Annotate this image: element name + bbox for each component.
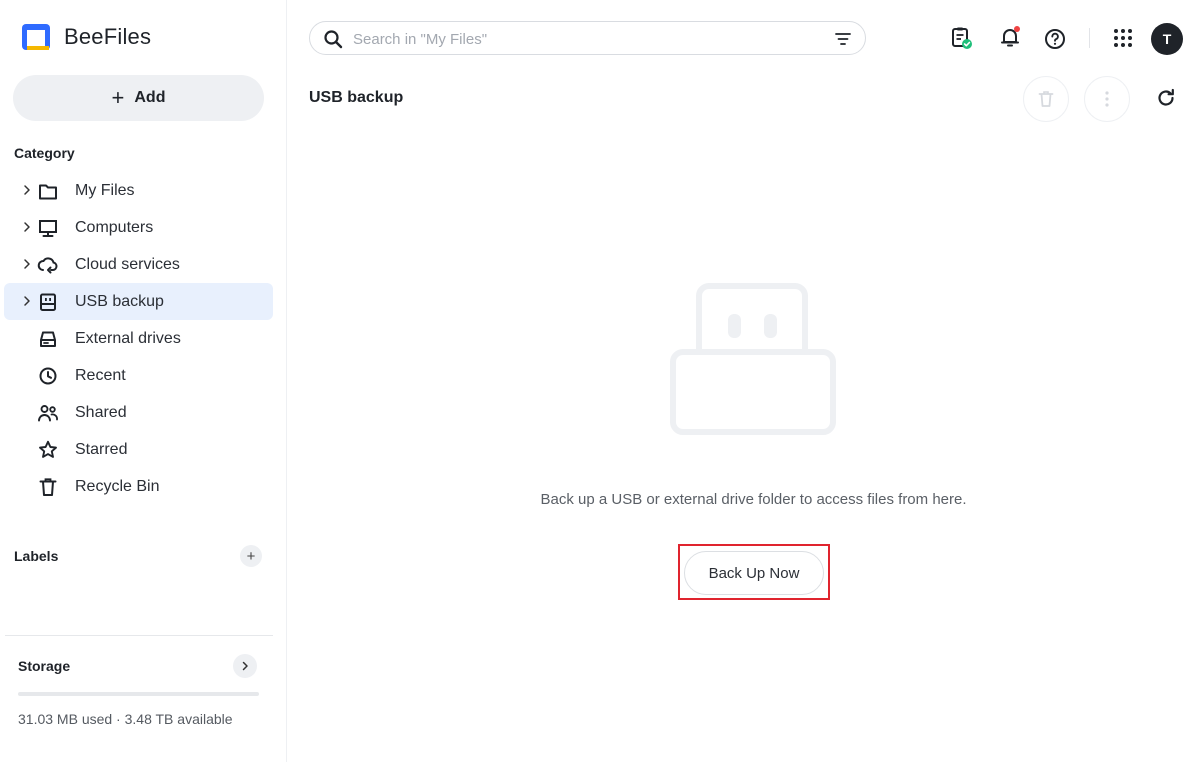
- filter-icon[interactable]: [834, 30, 852, 48]
- sidebar-item-label: Recent: [75, 366, 126, 384]
- clock-icon: [39, 367, 57, 385]
- chevron-right-icon[interactable]: [23, 221, 31, 233]
- notification-bell-icon[interactable]: [998, 25, 1022, 49]
- storage-panel: Storage 31.03 MB used · 3.48 TB availabl…: [5, 635, 273, 762]
- empty-state-message: Back up a USB or external drive folder t…: [540, 491, 967, 508]
- task-list-icon[interactable]: [949, 26, 973, 50]
- storage-details-button[interactable]: [233, 654, 257, 678]
- search-bar: [309, 21, 866, 55]
- sidebar-item-label: USB backup: [75, 292, 164, 310]
- user-avatar[interactable]: T: [1151, 23, 1183, 55]
- back-up-now-button[interactable]: Back Up Now: [684, 551, 824, 595]
- sidebar-item-label: Computers: [75, 218, 154, 236]
- sidebar-item-shared[interactable]: Shared: [4, 394, 273, 431]
- sidebar-item-usb-backup[interactable]: USB backup: [4, 283, 273, 320]
- sidebar-item-label: Recycle Bin: [75, 477, 160, 495]
- sidebar-item-computers[interactable]: Computers: [4, 209, 273, 246]
- app-window: BeeFiles + Add Category My Files Computer…: [0, 0, 1185, 762]
- sidebar-item-label: External drives: [75, 329, 181, 347]
- beefiles-logo-icon: [22, 24, 50, 50]
- chevron-right-icon[interactable]: [23, 184, 31, 196]
- sidebar-item-label: Cloud services: [75, 255, 180, 273]
- sidebar-item-recycle-bin[interactable]: Recycle Bin: [4, 468, 273, 505]
- chevron-right-icon[interactable]: [23, 295, 31, 307]
- sidebar-item-my-files[interactable]: My Files: [4, 172, 273, 209]
- topbar-divider: [1089, 28, 1090, 48]
- category-nav: My Files Computers Cloud services USB backu…: [4, 172, 273, 505]
- delete-button[interactable]: [1023, 76, 1069, 122]
- sidebar-item-label: Starred: [75, 440, 128, 458]
- plus-icon: +: [111, 85, 125, 110]
- trash-icon: [39, 478, 57, 496]
- people-icon: [38, 405, 58, 422]
- storage-usage-text: 31.03 MB used · 3.48 TB available: [18, 711, 233, 727]
- sidebar-item-starred[interactable]: Starred: [4, 431, 273, 468]
- trash-icon: [1038, 91, 1054, 107]
- sidebar: BeeFiles + Add Category My Files Computer…: [0, 0, 287, 762]
- plus-icon: +: [246, 547, 256, 565]
- apps-grid-icon[interactable]: [1111, 26, 1135, 50]
- chevron-right-icon: [242, 661, 248, 671]
- brand-name: BeeFiles: [64, 24, 152, 49]
- add-button-label: Add: [134, 89, 166, 106]
- category-heading: Category: [14, 145, 75, 161]
- usb-icon: [40, 293, 56, 311]
- star-icon: [39, 440, 57, 458]
- storage-usage-bar: [18, 692, 259, 696]
- sidebar-item-recent[interactable]: Recent: [4, 357, 273, 394]
- storage-title: Storage: [18, 658, 71, 674]
- hard-drive-icon: [40, 331, 56, 347]
- sidebar-item-label: Shared: [75, 403, 127, 421]
- monitor-icon: [39, 220, 57, 237]
- sidebar-item-cloud-services[interactable]: Cloud services: [4, 246, 273, 283]
- refresh-icon[interactable]: [1155, 87, 1177, 109]
- sidebar-item-external-drives[interactable]: External drives: [4, 320, 273, 357]
- page-title: USB backup: [309, 89, 404, 106]
- brand[interactable]: BeeFiles: [20, 22, 151, 52]
- add-label-button[interactable]: +: [240, 545, 262, 567]
- search-icon: [324, 30, 343, 49]
- cloud-sync-icon: [37, 257, 58, 274]
- more-vertical-icon: [1105, 91, 1109, 107]
- labels-heading: Labels: [14, 548, 59, 564]
- add-button[interactable]: + Add: [13, 75, 264, 121]
- usb-drive-illustration: [670, 283, 836, 435]
- chevron-right-icon[interactable]: [23, 258, 31, 270]
- folder-icon: [39, 184, 57, 200]
- search-input[interactable]: [353, 28, 823, 50]
- sidebar-item-label: My Files: [75, 181, 135, 199]
- help-icon[interactable]: [1043, 27, 1067, 51]
- more-options-button[interactable]: [1084, 76, 1130, 122]
